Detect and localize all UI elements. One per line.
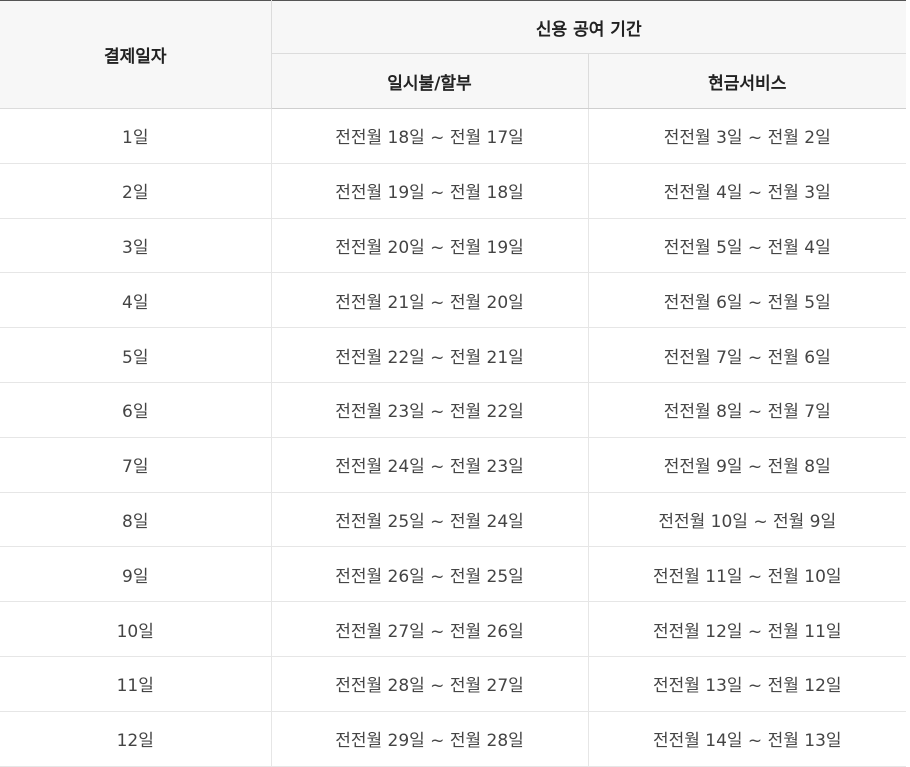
table-row: 1일 전전월 18일 ~ 전월 17일 전전월 3일 ~ 전월 2일 <box>0 108 906 164</box>
installment-period-cell: 전전월 20일 ~ 전월 19일 <box>271 218 589 274</box>
payment-day-cell: 6일 <box>0 382 272 438</box>
table-row: 7일 전전월 24일 ~ 전월 23일 전전월 9일 ~ 전월 8일 <box>0 437 906 493</box>
cash-service-period-cell: 전전월 8일 ~ 전월 7일 <box>588 382 906 438</box>
table-row: 5일 전전월 22일 ~ 전월 21일 전전월 7일 ~ 전월 6일 <box>0 327 906 383</box>
installment-period-cell: 전전월 26일 ~ 전월 25일 <box>271 546 589 603</box>
payment-day-cell: 4일 <box>0 272 272 329</box>
header-installment: 일시불/할부 <box>271 53 589 109</box>
cash-service-period-cell: 전전월 6일 ~ 전월 5일 <box>588 272 906 329</box>
table-body: 1일 전전월 18일 ~ 전월 17일 전전월 3일 ~ 전월 2일 2일 전전월 19… <box>0 108 906 767</box>
cash-service-period-cell: 전전월 13일 ~ 전월 12일 <box>588 656 906 712</box>
header-credit-period: 신용 공여 기간 <box>271 0 906 54</box>
payment-day-cell: 3일 <box>0 218 272 274</box>
table-header: 결제일자 신용 공여 기간 일시불/할부 현금서비스 <box>0 0 906 109</box>
installment-period-cell: 전전월 25일 ~ 전월 24일 <box>271 492 589 548</box>
table-row: 4일 전전월 21일 ~ 전월 20일 전전월 6일 ~ 전월 5일 <box>0 272 906 329</box>
payment-day-cell: 1일 <box>0 108 272 164</box>
credit-period-table: 결제일자 신용 공여 기간 일시불/할부 현금서비스 1일 전전월 18일 ~ 전… <box>0 0 906 767</box>
table-row: 3일 전전월 20일 ~ 전월 19일 전전월 5일 ~ 전월 4일 <box>0 218 906 274</box>
table-row: 11일 전전월 28일 ~ 전월 27일 전전월 13일 ~ 전월 12일 <box>0 656 906 712</box>
payment-day-cell: 2일 <box>0 163 272 219</box>
installment-period-cell: 전전월 28일 ~ 전월 27일 <box>271 656 589 712</box>
cash-service-period-cell: 전전월 3일 ~ 전월 2일 <box>588 108 906 164</box>
table-row: 6일 전전월 23일 ~ 전월 22일 전전월 8일 ~ 전월 7일 <box>0 382 906 438</box>
payment-day-cell: 5일 <box>0 327 272 383</box>
installment-period-cell: 전전월 22일 ~ 전월 21일 <box>271 327 589 383</box>
cash-service-period-cell: 전전월 7일 ~ 전월 6일 <box>588 327 906 383</box>
cash-service-period-cell: 전전월 5일 ~ 전월 4일 <box>588 218 906 274</box>
cash-service-period-cell: 전전월 9일 ~ 전월 8일 <box>588 437 906 493</box>
table-row: 2일 전전월 19일 ~ 전월 18일 전전월 4일 ~ 전월 3일 <box>0 163 906 219</box>
table-row: 9일 전전월 26일 ~ 전월 25일 전전월 11일 ~ 전월 10일 <box>0 546 906 603</box>
installment-period-cell: 전전월 23일 ~ 전월 22일 <box>271 382 589 438</box>
table-row: 10일 전전월 27일 ~ 전월 26일 전전월 12일 ~ 전월 11일 <box>0 601 906 657</box>
installment-period-cell: 전전월 24일 ~ 전월 23일 <box>271 437 589 493</box>
payment-day-cell: 10일 <box>0 601 272 657</box>
installment-period-cell: 전전월 27일 ~ 전월 26일 <box>271 601 589 657</box>
header-row-1: 결제일자 신용 공여 기간 <box>0 0 906 109</box>
table-row: 8일 전전월 25일 ~ 전월 24일 전전월 10일 ~ 전월 9일 <box>0 492 906 548</box>
cash-service-period-cell: 전전월 4일 ~ 전월 3일 <box>588 163 906 219</box>
payment-day-cell: 11일 <box>0 656 272 712</box>
payment-day-cell: 7일 <box>0 437 272 493</box>
header-payment-day: 결제일자 <box>0 0 272 109</box>
payment-day-cell: 8일 <box>0 492 272 548</box>
cash-service-period-cell: 전전월 12일 ~ 전월 11일 <box>588 601 906 657</box>
cash-service-period-cell: 전전월 11일 ~ 전월 10일 <box>588 546 906 603</box>
header-cash-service: 현금서비스 <box>588 53 906 109</box>
payment-day-cell: 9일 <box>0 546 272 603</box>
cash-service-period-cell: 전전월 10일 ~ 전월 9일 <box>588 492 906 548</box>
installment-period-cell: 전전월 21일 ~ 전월 20일 <box>271 272 589 329</box>
installment-period-cell: 전전월 18일 ~ 전월 17일 <box>271 108 589 164</box>
installment-period-cell: 전전월 19일 ~ 전월 18일 <box>271 163 589 219</box>
